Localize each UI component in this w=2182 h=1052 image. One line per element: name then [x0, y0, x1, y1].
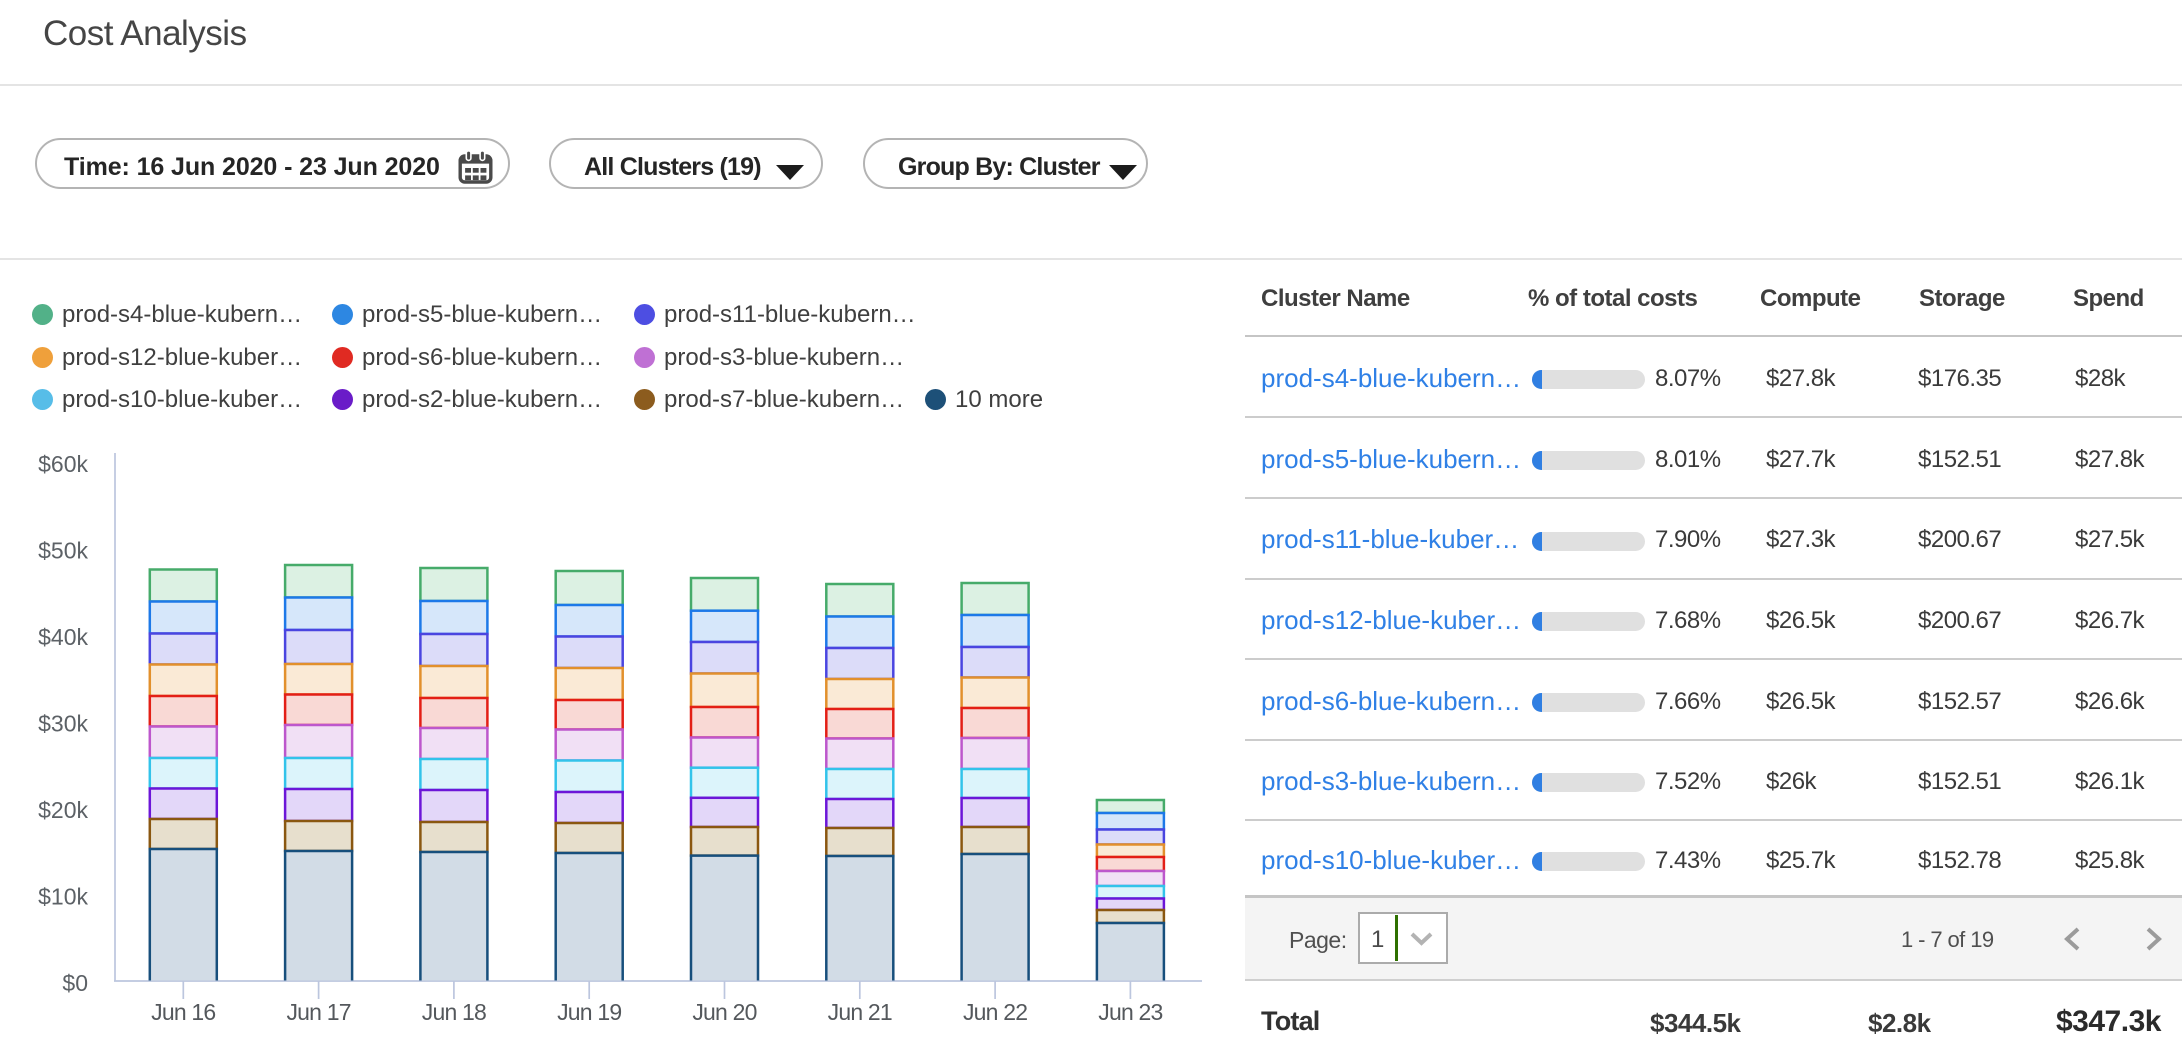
svg-text:Jun 23: Jun 23: [1098, 999, 1162, 1025]
svg-text:$10k: $10k: [38, 884, 88, 910]
svg-text:Jun 22: Jun 22: [963, 999, 1027, 1025]
svg-text:$30k: $30k: [38, 711, 88, 737]
svg-text:Jun 20: Jun 20: [692, 999, 756, 1025]
svg-text:$60k: $60k: [38, 451, 88, 477]
svg-text:$50k: $50k: [38, 538, 88, 564]
svg-text:Jun 17: Jun 17: [286, 999, 350, 1025]
svg-text:Jun 18: Jun 18: [422, 999, 486, 1025]
svg-text:$0: $0: [62, 970, 88, 996]
svg-text:$20k: $20k: [38, 797, 88, 823]
svg-text:$40k: $40k: [38, 624, 88, 650]
svg-text:Jun 19: Jun 19: [557, 999, 621, 1025]
svg-text:Jun 21: Jun 21: [828, 999, 892, 1025]
svg-text:Jun 16: Jun 16: [151, 999, 215, 1025]
